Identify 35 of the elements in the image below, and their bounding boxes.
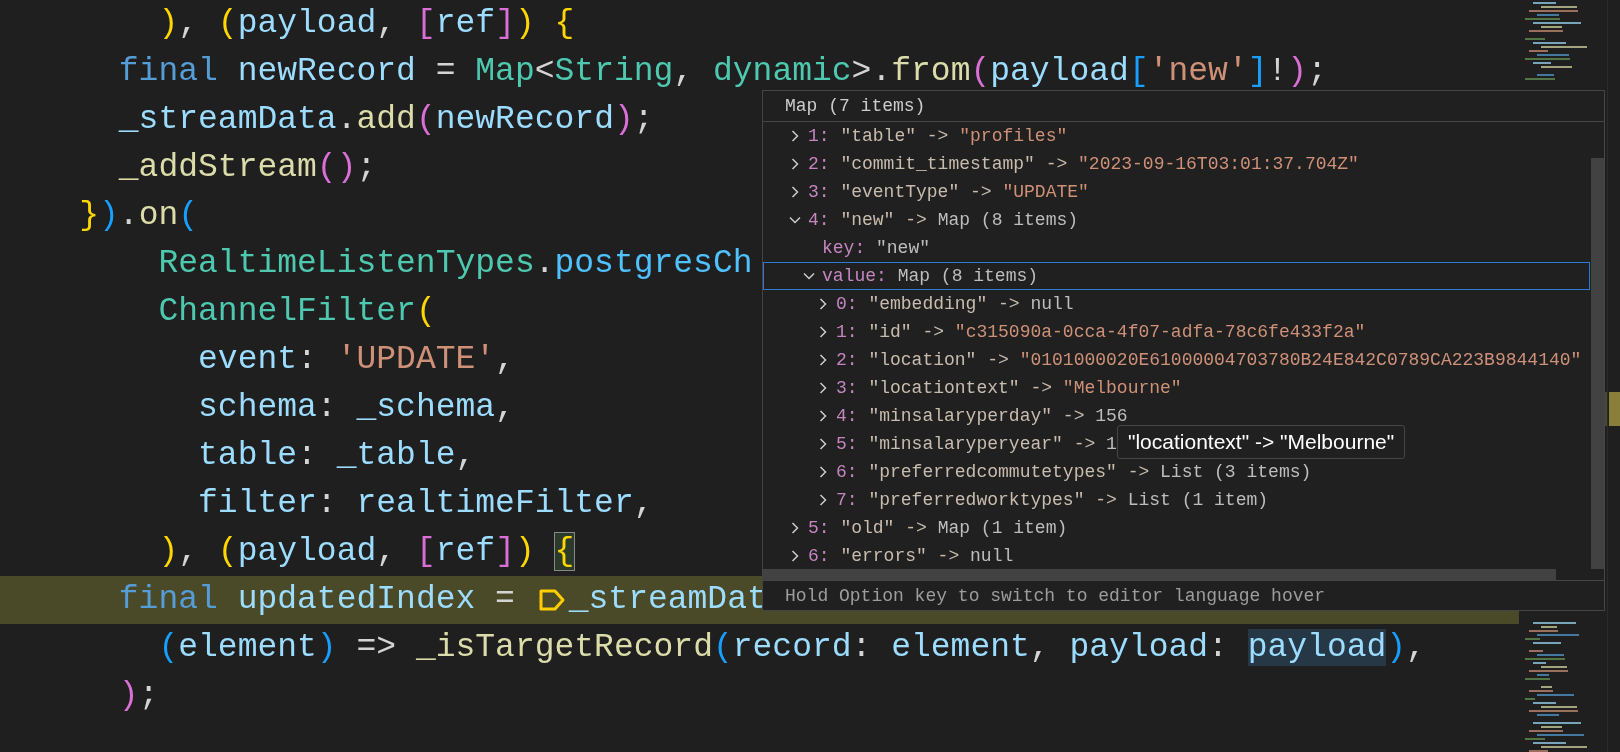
code-text: ), (payload, [ref]) { [157,532,575,572]
code-text: schema: _schema, [197,388,515,428]
code-text: (element) => _isTargetRecord(record: element, payload: payload), [157,628,1426,668]
tree-item[interactable]: 3: "eventType" -> "UPDATE" [763,178,1096,206]
code-text: filter: realtimeFilter, [197,484,654,524]
scrollbar[interactable] [763,569,1556,580]
tree-item[interactable]: key: "new" [763,234,938,262]
tooltip: "locationtext" -> "Melbourne" [1117,425,1406,459]
tree-item[interactable]: 1: "id" -> "c315090a-0cca-4f07-adfa-78c6fe433f2a" [763,318,1373,346]
hover-title: Map (7 items) [763,91,1604,122]
scrollbar[interactable] [1607,0,1620,752]
code-text: }).on( [78,196,199,236]
code-text: table: _table, [197,436,476,476]
tree-item[interactable]: 6: "errors" -> null [763,542,1021,569]
code-text: ChannelFilter( [157,292,436,332]
code-text: _streamData.add(newRecord); [117,100,654,140]
code-text: final newRecord = Map<String, dynamic>.from(payload['new']!); [117,52,1327,92]
tree-item[interactable]: 3: "locationtext" -> "Melbourne" [763,374,1189,402]
tree-item[interactable]: 7: "preferredworktypes" -> List (1 item) [763,486,1276,514]
tree-item[interactable]: 0: "embedding" -> null [763,290,1081,318]
code-text: event: 'UPDATE', [197,340,515,380]
code-text: final updatedIndex = [117,580,516,620]
hover-hint: Hold Option key to switch to editor language hover [763,580,1604,610]
tree-item[interactable]: 2: "commit_timestamp" -> "2023-09-16T03:01:37.704Z" [763,150,1366,178]
tree-item[interactable]: 4: "new" -> Map (8 items) [763,206,1086,234]
tree-item[interactable]: value: Map (8 items) [763,262,1590,290]
scrollbar[interactable] [1591,158,1604,569]
tree-item[interactable]: 2: "location" -> "0101000020E61000004703780B24E842C0789CA223B9844140" [763,346,1589,374]
code-text: _addStream(); [117,148,377,188]
tree-item[interactable]: 1: "table" -> "profiles" [763,122,1075,150]
tree-item[interactable]: 6: "preferredcommutetypes" -> List (3 items) [763,458,1319,486]
tree-item[interactable]: 5: "old" -> Map (1 item) [763,514,1075,542]
code-text: ), (payload, [ref]) { [157,4,575,44]
code-text: ); [117,676,159,716]
code-text: RealtimeListenTypes.postgresCh [157,244,753,284]
